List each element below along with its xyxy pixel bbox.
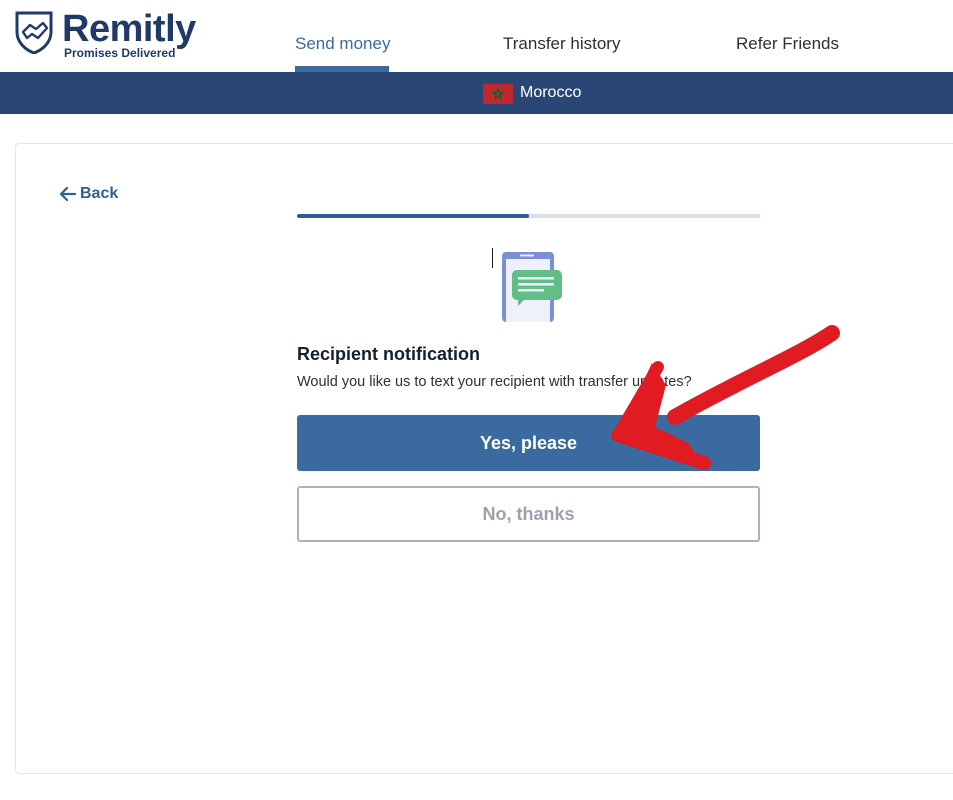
phone-message-icon: [502, 252, 562, 322]
top-header: Remitly Promises Delivered Send money Tr…: [0, 0, 953, 72]
country-bar[interactable]: [0, 72, 953, 114]
tab-send-money[interactable]: Send money: [295, 34, 390, 54]
remitly-logo[interactable]: Remitly Promises Delivered: [14, 8, 214, 62]
morocco-flag-icon: [483, 84, 513, 104]
back-label: Back: [80, 185, 119, 202]
notification-question: Would you like us to text your recipient…: [297, 374, 692, 390]
tab-transfer-history[interactable]: Transfer history: [503, 34, 620, 54]
brand-tagline: Promises Delivered: [64, 46, 176, 60]
country-label: Morocco: [520, 84, 582, 101]
progress-fill: [297, 214, 529, 218]
back-button[interactable]: Back: [60, 185, 118, 203]
arrow-left-icon: [60, 187, 76, 201]
brand-name: Remitly: [62, 8, 196, 50]
shield-handshake-icon: [15, 11, 53, 54]
yes-please-button[interactable]: Yes, please: [297, 415, 760, 471]
no-thanks-button[interactable]: No, thanks: [297, 486, 760, 542]
progress-bar: [297, 214, 760, 218]
page-title: Recipient notification: [297, 344, 481, 364]
tab-refer-friends[interactable]: Refer Friends: [736, 34, 839, 54]
